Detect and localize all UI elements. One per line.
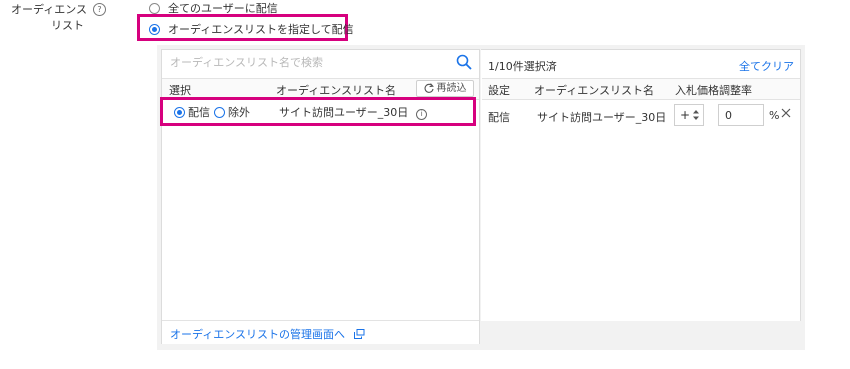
management-link[interactable]: オーディエンスリストの管理画面へ (170, 326, 365, 342)
right-table-header: 設定 オーディエンスリスト名 入札価格調整率 (482, 78, 800, 100)
close-icon[interactable] (781, 108, 791, 121)
reload-button[interactable]: 再読込 (416, 80, 474, 97)
option-specified-list-label: オーディエンスリストを指定して配信 (168, 23, 354, 36)
percent-unit: % (769, 109, 780, 122)
selected-list-name: サイト訪問ユーザー_30日 (537, 111, 667, 124)
header-select: 選択 (169, 84, 191, 97)
sign-value: + (680, 108, 691, 122)
sort-arrows-icon[interactable] (692, 108, 700, 125)
refresh-icon (424, 83, 434, 98)
option-specified-list[interactable]: オーディエンスリストを指定して配信 (149, 21, 354, 37)
reload-label: 再読込 (436, 83, 467, 94)
radio-specified-list[interactable] (149, 24, 160, 35)
header-list-name: オーディエンスリスト名 (276, 84, 397, 97)
help-icon[interactable]: ? (93, 3, 106, 16)
search-input[interactable] (162, 50, 456, 74)
field-label-line2: リスト (51, 19, 84, 32)
highlight-box-row (160, 97, 476, 126)
field-label: オーディエンス? リスト (8, 2, 106, 34)
selected-list-name-cell: サイト訪問ユーザー_30日i (537, 109, 686, 125)
bid-adjustment-input[interactable] (718, 104, 764, 126)
sign-stepper[interactable]: + (674, 104, 704, 126)
header-setting: 設定 (488, 84, 510, 97)
external-link-icon (353, 329, 365, 342)
table-row: 配信 サイト訪問ユーザー_30日i + % (482, 99, 800, 131)
search-icon[interactable] (456, 54, 472, 73)
radio-all-users[interactable] (149, 3, 160, 14)
right-top-bar: 1/10件選択済 全てクリア (482, 50, 800, 76)
header-bid-adjustment: 入札価格調整率 (675, 84, 752, 97)
header-selected-list-name: オーディエンスリスト名 (534, 84, 655, 97)
setting-value: 配信 (488, 111, 510, 124)
management-link-label: オーディエンスリストの管理画面へ (170, 328, 346, 341)
left-footer: オーディエンスリストの管理画面へ (162, 320, 479, 344)
field-label-line1: オーディエンス (10, 3, 87, 16)
clear-all-link[interactable]: 全てクリア (739, 58, 794, 74)
selection-count: 1/10件選択済 (488, 60, 557, 73)
